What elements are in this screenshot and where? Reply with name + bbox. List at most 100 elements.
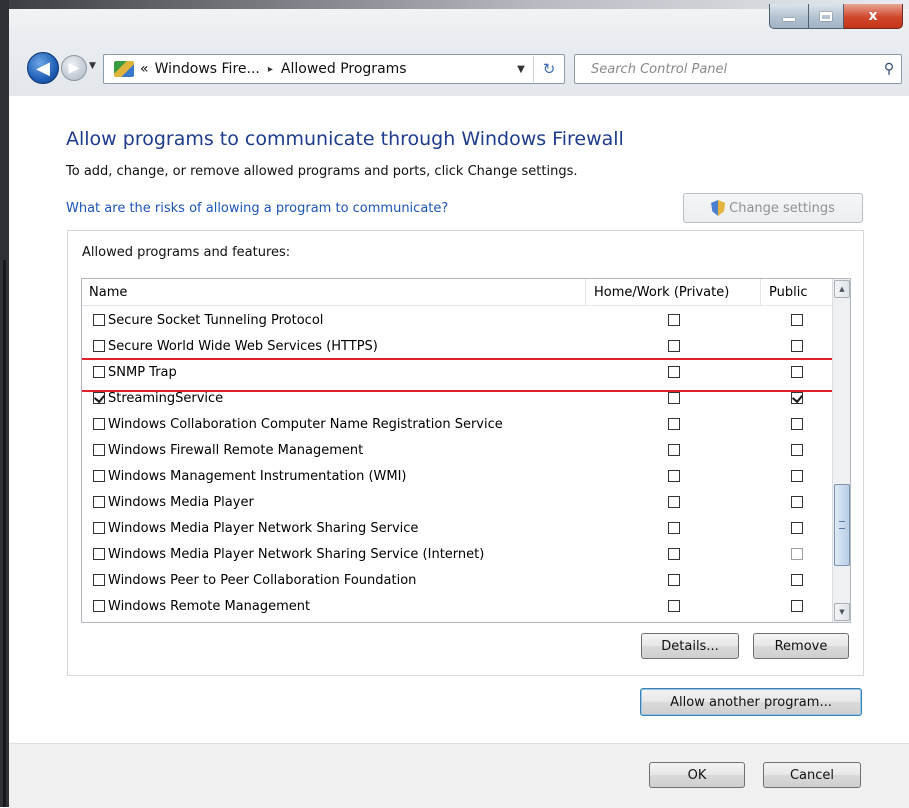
breadcrumb-overflow[interactable]: « bbox=[140, 61, 149, 77]
remove-button[interactable]: Remove bbox=[753, 633, 849, 659]
table-row[interactable]: Windows Media Player bbox=[82, 489, 832, 515]
dialog-footer: OK Cancel bbox=[9, 743, 909, 808]
close-button[interactable]: x bbox=[844, 4, 903, 29]
public-checkbox[interactable] bbox=[791, 522, 803, 534]
details-button[interactable]: Details... bbox=[641, 633, 739, 659]
back-arrow-icon: ◀ bbox=[36, 57, 50, 79]
program-name: Windows Firewall Remote Management bbox=[108, 442, 364, 458]
allowed-programs-list: Name Home/Work (Private) Public Secure S… bbox=[81, 278, 851, 623]
program-name: Windows Media Player bbox=[108, 494, 254, 510]
column-header-name[interactable]: Name bbox=[89, 285, 127, 300]
table-row[interactable]: Windows Remote Management bbox=[82, 593, 832, 619]
program-enabled-checkbox[interactable] bbox=[93, 470, 105, 482]
public-checkbox[interactable] bbox=[791, 418, 803, 430]
table-row[interactable]: Windows Peer to Peer Collaboration Found… bbox=[82, 567, 832, 593]
public-checkbox[interactable] bbox=[791, 392, 803, 404]
public-checkbox[interactable] bbox=[791, 574, 803, 586]
home-work-checkbox[interactable] bbox=[668, 522, 680, 534]
scrollbar-thumb[interactable] bbox=[834, 484, 850, 566]
page-subtitle: To add, change, or remove allowed progra… bbox=[66, 164, 578, 179]
list-scrollbar[interactable]: ▲ ▼ bbox=[832, 279, 850, 622]
change-settings-button[interactable]: Change settings bbox=[683, 193, 863, 223]
minimize-icon bbox=[783, 17, 795, 21]
scroll-down-arrow-icon[interactable]: ▼ bbox=[834, 603, 850, 621]
program-name: Windows Media Player Network Sharing Ser… bbox=[108, 546, 485, 562]
table-row[interactable]: Windows Media Player Network Sharing Ser… bbox=[82, 541, 832, 567]
search-box[interactable]: ⚲ bbox=[574, 54, 902, 84]
home-work-checkbox[interactable] bbox=[668, 574, 680, 586]
program-name: StreamingService bbox=[108, 390, 224, 406]
minimize-button[interactable] bbox=[769, 4, 809, 29]
home-work-checkbox[interactable] bbox=[668, 340, 680, 352]
program-name: Windows Remote Management bbox=[108, 598, 311, 614]
public-checkbox[interactable] bbox=[791, 340, 803, 352]
program-name: Windows Collaboration Computer Name Regi… bbox=[108, 416, 503, 432]
program-enabled-checkbox[interactable] bbox=[93, 574, 105, 586]
program-name: Windows Peer to Peer Collaboration Found… bbox=[108, 572, 417, 588]
column-divider[interactable] bbox=[760, 279, 761, 305]
table-row[interactable]: Windows Collaboration Computer Name Regi… bbox=[82, 411, 832, 437]
public-checkbox[interactable] bbox=[791, 600, 803, 612]
program-enabled-checkbox[interactable] bbox=[93, 418, 105, 430]
program-rows: Secure Socket Tunneling Protocol Secure W… bbox=[82, 307, 832, 619]
program-enabled-checkbox[interactable] bbox=[93, 600, 105, 612]
program-enabled-checkbox[interactable] bbox=[93, 444, 105, 456]
maximize-button[interactable] bbox=[809, 4, 844, 29]
risks-help-link[interactable]: What are the risks of allowing a program… bbox=[66, 201, 448, 216]
table-row[interactable]: SNMP Trap bbox=[82, 359, 832, 385]
public-checkbox[interactable] bbox=[791, 548, 803, 560]
control-panel-icon bbox=[114, 61, 134, 77]
home-work-checkbox[interactable] bbox=[668, 392, 680, 404]
program-enabled-checkbox[interactable] bbox=[93, 340, 105, 352]
table-row[interactable]: Windows Firewall Remote Management bbox=[82, 437, 832, 463]
change-settings-label: Change settings bbox=[729, 200, 835, 216]
table-row[interactable]: Windows Media Player Network Sharing Ser… bbox=[82, 515, 832, 541]
home-work-checkbox[interactable] bbox=[668, 366, 680, 378]
window-left-frame bbox=[0, 0, 9, 807]
table-row[interactable]: Windows Management Instrumentation (WMI) bbox=[82, 463, 832, 489]
program-enabled-checkbox[interactable] bbox=[93, 496, 105, 508]
home-work-checkbox[interactable] bbox=[668, 418, 680, 430]
breadcrumb-separator-icon[interactable]: ▸ bbox=[268, 64, 273, 75]
forward-button[interactable]: ▶ bbox=[61, 55, 87, 81]
public-checkbox[interactable] bbox=[791, 314, 803, 326]
cancel-button[interactable]: Cancel bbox=[763, 762, 861, 788]
public-checkbox[interactable] bbox=[791, 496, 803, 508]
table-row[interactable]: StreamingService bbox=[82, 385, 832, 411]
allow-another-program-button[interactable]: Allow another program... bbox=[640, 688, 862, 716]
program-enabled-checkbox[interactable] bbox=[93, 548, 105, 560]
breadcrumb-allowed-programs[interactable]: Allowed Programs bbox=[281, 61, 407, 77]
home-work-checkbox[interactable] bbox=[668, 600, 680, 612]
close-icon: x bbox=[868, 8, 878, 24]
public-checkbox[interactable] bbox=[791, 366, 803, 378]
home-work-checkbox[interactable] bbox=[668, 548, 680, 560]
search-icon[interactable]: ⚲ bbox=[877, 61, 901, 77]
column-header-home-work[interactable]: Home/Work (Private) bbox=[594, 285, 729, 300]
home-work-checkbox[interactable] bbox=[668, 496, 680, 508]
program-enabled-checkbox[interactable] bbox=[93, 366, 105, 378]
program-enabled-checkbox[interactable] bbox=[93, 392, 105, 404]
program-enabled-checkbox[interactable] bbox=[93, 522, 105, 534]
home-work-checkbox[interactable] bbox=[668, 470, 680, 482]
ok-button[interactable]: OK bbox=[649, 762, 745, 788]
address-dropdown-icon[interactable]: ▼ bbox=[509, 64, 533, 75]
refresh-icon[interactable]: ↻ bbox=[533, 56, 564, 82]
public-checkbox[interactable] bbox=[791, 444, 803, 456]
breadcrumb-windows-firewall[interactable]: Windows Fire... bbox=[155, 61, 260, 77]
page-title: Allow programs to communicate through Wi… bbox=[66, 128, 624, 150]
home-work-checkbox[interactable] bbox=[668, 314, 680, 326]
recent-pages-dropdown-icon[interactable]: ▼ bbox=[89, 61, 96, 71]
home-work-checkbox[interactable] bbox=[668, 444, 680, 456]
search-input[interactable] bbox=[589, 60, 877, 78]
maximize-icon bbox=[820, 11, 832, 21]
program-enabled-checkbox[interactable] bbox=[93, 314, 105, 326]
table-row[interactable]: Secure Socket Tunneling Protocol bbox=[82, 307, 832, 333]
public-checkbox[interactable] bbox=[791, 470, 803, 482]
table-row[interactable]: Secure World Wide Web Services (HTTPS) bbox=[82, 333, 832, 359]
back-button[interactable]: ◀ bbox=[27, 52, 59, 84]
scroll-up-arrow-icon[interactable]: ▲ bbox=[834, 280, 850, 298]
column-header-public[interactable]: Public bbox=[769, 285, 807, 300]
list-header: Name Home/Work (Private) Public bbox=[82, 279, 832, 306]
address-bar[interactable]: « Windows Fire... ▸ Allowed Programs ▼ ↻ bbox=[103, 54, 565, 84]
column-divider[interactable] bbox=[585, 279, 586, 305]
